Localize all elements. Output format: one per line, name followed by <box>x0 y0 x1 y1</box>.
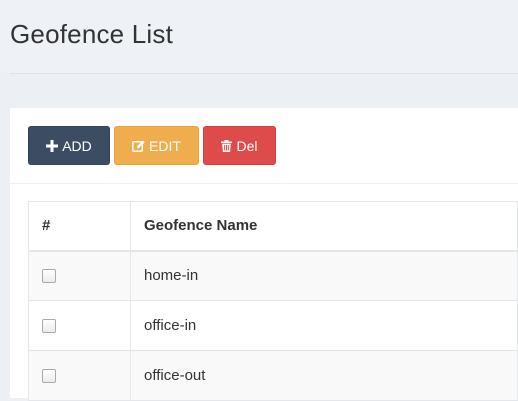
column-header-geofence-name[interactable]: Geofence Name <box>130 201 518 252</box>
edit-icon <box>132 140 145 152</box>
row-checkbox[interactable] <box>42 369 56 384</box>
geofence-name-cell: office-out <box>130 350 518 401</box>
table-header-row: # Geofence Name <box>28 201 518 252</box>
row-checkbox[interactable] <box>42 319 56 334</box>
toolbar: ADD EDIT Del <box>28 126 276 165</box>
edit-button-label: EDIT <box>149 137 181 154</box>
table-row[interactable]: home-in <box>28 250 518 301</box>
geofence-box: ADD EDIT Del # Geofence Name home-in off… <box>10 108 518 401</box>
row-select-cell <box>28 250 131 301</box>
row-checkbox[interactable] <box>42 269 56 284</box>
box-divider <box>10 183 518 184</box>
delete-button-label: Del <box>236 137 258 154</box>
plus-icon <box>46 139 59 152</box>
table-row[interactable]: office-out <box>28 350 518 401</box>
row-select-cell <box>28 350 131 401</box>
header-divider <box>10 73 518 74</box>
geofence-table: # Geofence Name home-in office-in office… <box>28 201 518 401</box>
page-title: Geofence List <box>10 19 174 49</box>
add-button-label: ADD <box>62 137 92 154</box>
geofence-name-cell: home-in <box>130 250 518 301</box>
edit-button[interactable]: EDIT <box>114 126 199 165</box>
geofence-name-cell: office-in <box>130 300 518 351</box>
table-row[interactable]: office-in <box>28 300 518 351</box>
column-header-number: # <box>28 201 131 252</box>
page-header: Geofence List <box>0 0 518 73</box>
trash-icon <box>221 139 233 152</box>
row-select-cell <box>28 300 131 351</box>
add-button[interactable]: ADD <box>28 126 110 165</box>
delete-button[interactable]: Del <box>203 126 276 165</box>
